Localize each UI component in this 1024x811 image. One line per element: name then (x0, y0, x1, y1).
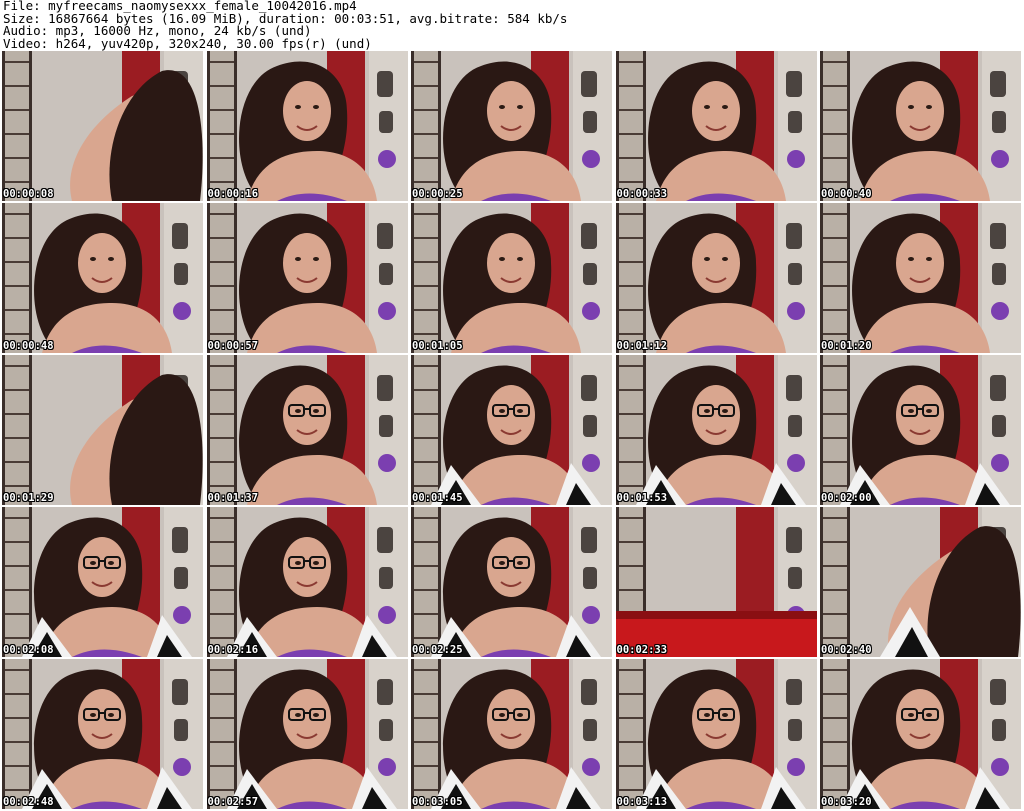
video-thumbnail: 00:02:25 (411, 507, 612, 657)
video-thumbnail: 00:01:05 (411, 203, 612, 353)
thumbnail-grid: 00:00:08 00:00:16 00:00:25 00:00:33 00:00:40… (2, 51, 1022, 809)
thumbnail-timestamp: 00:02:33 (616, 644, 668, 656)
thumbnail-image (206, 203, 408, 353)
thumbnail-timestamp: 00:01:29 (3, 492, 54, 504)
thumbnail-timestamp: 00:00:25 (412, 188, 463, 200)
thumbnail-image (206, 659, 408, 809)
thumbnail-timestamp: 00:01:37 (207, 492, 259, 504)
thumbnail-timestamp: 00:02:48 (3, 796, 54, 808)
thumbnail-timestamp: 00:03:20 (821, 796, 872, 808)
video-thumbnail: 00:00:16 (206, 51, 408, 201)
thumbnail-image (615, 659, 817, 809)
video-thumbnail: 00:03:05 (411, 659, 612, 809)
thumbnail-image (820, 507, 1021, 657)
video-thumbnail: 00:00:57 (206, 203, 408, 353)
video-info-line: Video: h264, yuv420p, 320x240, 30.00 fps… (3, 35, 372, 51)
thumbnail-image (411, 355, 612, 505)
thumbnail-image (411, 51, 612, 201)
thumbnail-timestamp: 00:01:12 (616, 340, 668, 352)
thumbnail-image (411, 507, 612, 657)
video-thumbnail: 00:02:16 (206, 507, 408, 657)
video-thumbnail: 00:02:48 (2, 659, 203, 809)
thumbnail-image (206, 51, 408, 201)
thumbnail-image (411, 203, 612, 353)
thumbnail-timestamp: 00:03:13 (616, 796, 668, 808)
thumbnail-timestamp: 00:01:20 (821, 340, 872, 352)
video-thumbnail: 00:02:08 (2, 507, 203, 657)
thumbnail-timestamp: 00:02:40 (821, 644, 872, 656)
video-thumbnail: 00:00:08 (2, 51, 203, 201)
thumbnail-image (411, 659, 612, 809)
video-thumbnail: 00:02:33 (615, 507, 817, 657)
video-thumbnail: 00:02:57 (206, 659, 408, 809)
thumbnail-image (820, 659, 1021, 809)
thumbnail-image (206, 507, 408, 657)
thumbnail-image (2, 203, 203, 353)
video-thumbnail: 00:02:40 (820, 507, 1021, 657)
thumbnail-timestamp: 00:00:57 (207, 340, 259, 352)
video-thumbnail: 00:03:13 (615, 659, 817, 809)
thumbnail-timestamp: 00:02:00 (821, 492, 872, 504)
video-thumbnail: 00:00:33 (615, 51, 817, 201)
thumbnail-image (615, 203, 817, 353)
thumbnail-image (820, 203, 1021, 353)
thumbnail-timestamp: 00:02:57 (207, 796, 259, 808)
thumbnail-timestamp: 00:01:45 (412, 492, 463, 504)
thumbnail-image (206, 355, 408, 505)
video-thumbnail: 00:02:00 (820, 355, 1021, 505)
thumbnail-image (615, 51, 817, 201)
video-thumbnail: 00:03:20 (820, 659, 1021, 809)
thumbnail-timestamp: 00:00:16 (207, 188, 259, 200)
video-thumbnail: 00:00:25 (411, 51, 612, 201)
thumbnail-timestamp: 00:02:16 (207, 644, 259, 656)
thumbnail-timestamp: 00:01:53 (616, 492, 668, 504)
video-thumbnail: 00:01:12 (615, 203, 817, 353)
video-thumbnail: 00:01:45 (411, 355, 612, 505)
thumbnail-image (2, 51, 203, 201)
video-thumbnail: 00:00:48 (2, 203, 203, 353)
thumbnail-image (2, 507, 203, 657)
video-thumbnail: 00:01:37 (206, 355, 408, 505)
thumbnail-image (615, 507, 817, 657)
thumbnail-timestamp: 00:02:08 (3, 644, 54, 656)
file-info-header: File: myfreecams_naomysexxx_female_10042… (3, 0, 1021, 50)
video-thumbnail: 00:01:53 (615, 355, 817, 505)
thumbnail-image (820, 355, 1021, 505)
thumbnail-timestamp: 00:00:40 (821, 188, 872, 200)
thumbnail-image (2, 659, 203, 809)
thumbnail-image (820, 51, 1021, 201)
thumbnail-image (615, 355, 817, 505)
thumbnail-timestamp: 00:00:33 (616, 188, 668, 200)
thumbnail-timestamp: 00:03:05 (412, 796, 463, 808)
thumbnail-timestamp: 00:00:08 (3, 188, 54, 200)
thumbnail-timestamp: 00:01:05 (412, 340, 463, 352)
thumbnail-timestamp: 00:00:48 (3, 340, 54, 352)
thumbnail-timestamp: 00:02:25 (412, 644, 463, 656)
video-thumbnail: 00:01:29 (2, 355, 203, 505)
video-thumbnail: 00:01:20 (820, 203, 1021, 353)
video-thumbnail: 00:00:40 (820, 51, 1021, 201)
thumbnail-image (2, 355, 203, 505)
